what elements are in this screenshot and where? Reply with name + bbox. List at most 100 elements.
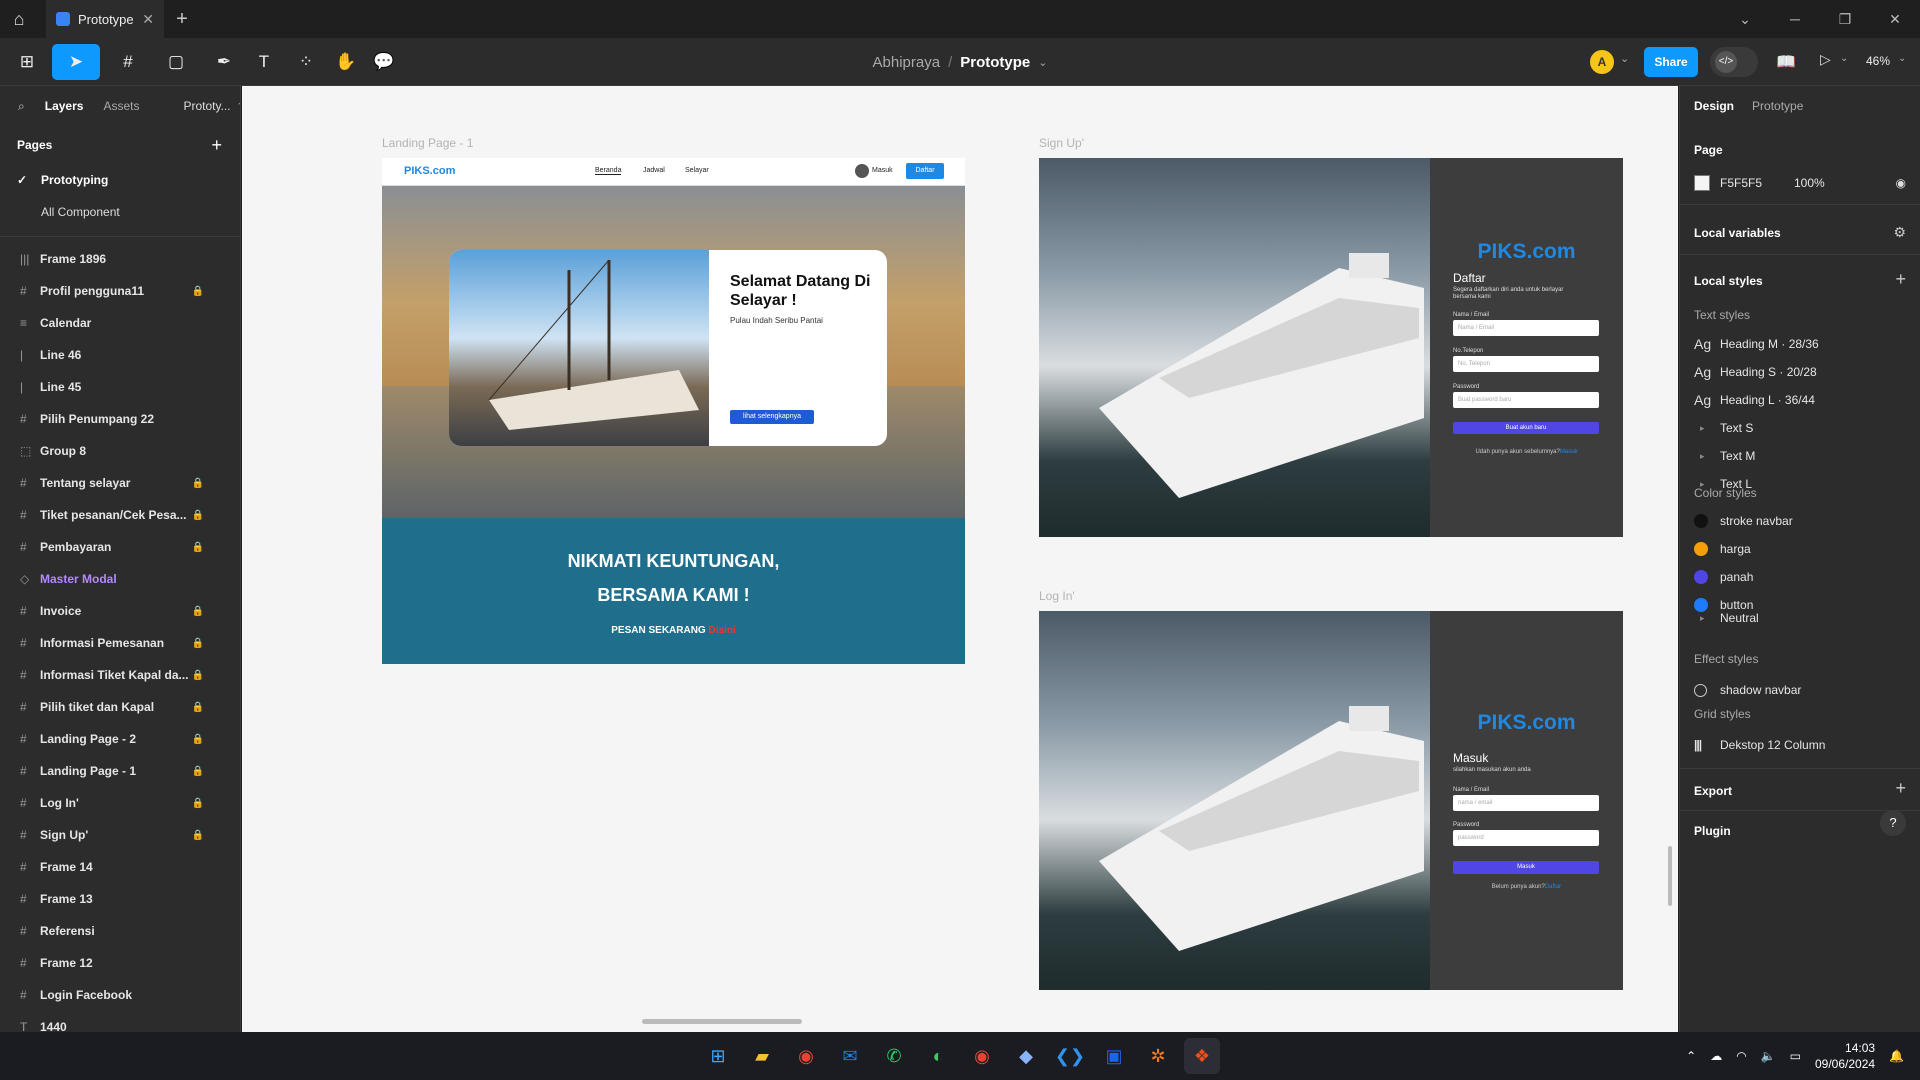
dev-mode-toggle[interactable]: </> [1710,47,1758,77]
export-title[interactable]: Export [1694,784,1732,798]
layer-item[interactable]: # Invoice 🔒 [0,595,240,627]
effect-style-shadow-navbar[interactable]: shadow navbar [1694,677,1906,703]
login-name-input[interactable]: nama / email [1453,795,1599,811]
layer-item[interactable]: ⬚ Group 8 [0,435,240,467]
signup-login-link[interactable]: Masuk [1560,449,1578,455]
outlook-icon[interactable]: ✉ [832,1038,868,1074]
close-tab-icon[interactable]: ✕ [142,11,154,28]
chrome-icon[interactable]: ◉ [788,1038,824,1074]
login-password-input[interactable]: password [1453,830,1599,846]
planner-icon[interactable]: ▣ [1096,1038,1132,1074]
color-style-item[interactable]: stroke navbar [1694,508,1906,534]
layer-item[interactable]: # Pembayaran 🔒 [0,531,240,563]
tab-assets[interactable]: Assets [103,99,139,113]
layer-item[interactable]: # Frame 14 [0,851,240,883]
lock-icon[interactable]: 🔒 [192,798,204,809]
figma-taskbar-icon[interactable]: ❖ [1184,1038,1220,1074]
tray-chevron-icon[interactable]: ⌃ [1686,1049,1696,1063]
share-button[interactable]: Share [1644,47,1698,77]
home-icon[interactable]: ⌂ [0,0,38,38]
breadcrumb-team[interactable]: Abhipraya [873,54,941,71]
login-signup-link[interactable]: Daftar [1545,884,1561,890]
comment-tool-icon[interactable]: 💬 [372,44,396,80]
layer-item[interactable]: # Landing Page - 1 🔒 [0,755,240,787]
search-icon[interactable]: ⌕ [18,99,25,114]
clock[interactable]: 14:03 09/06/2024 [1815,1040,1875,1072]
frame-landing-page[interactable]: PIKS.com Beranda Jadwal Selayar Masuk Da… [382,158,965,664]
restore-icon[interactable]: ❐ [1820,0,1870,38]
text-style-item[interactable]: Ag Heading M · 28/36 [1694,331,1906,357]
page-color-hex[interactable]: F5F5F5 [1720,176,1794,190]
zoom-level[interactable]: 46% [1866,54,1890,68]
eye-icon[interactable]: ◉ [1896,176,1906,190]
landing-brand-logo[interactable]: PIKS.com [404,165,455,177]
vertical-scrollbar[interactable] [1668,846,1672,906]
hero-more-button[interactable]: lihat selengkapnya [730,410,814,424]
plugin-title[interactable]: Plugin [1694,824,1731,838]
layer-item[interactable]: # Pilih tiket dan Kapal 🔒 [0,691,240,723]
minimize-icon[interactable]: ─ [1770,0,1820,38]
lock-icon[interactable]: 🔒 [192,830,204,841]
local-variables-title[interactable]: Local variables [1694,226,1781,240]
layer-item[interactable]: # Log In' 🔒 [0,787,240,819]
onedrive-icon[interactable]: ☁ [1710,1049,1722,1063]
tab-layers[interactable]: Layers [45,99,84,113]
present-icon[interactable]: ▷ [1820,51,1831,68]
layer-item[interactable]: # Login Facebook [0,979,240,1011]
edge-icon[interactable]: ◐ [920,1038,956,1074]
lock-icon[interactable]: 🔒 [192,478,204,489]
variables-settings-icon[interactable]: ⚙ [1893,224,1906,241]
lock-icon[interactable]: 🔒 [192,510,204,521]
page-color-swatch[interactable] [1694,175,1710,191]
pen-tool-icon[interactable]: ✒ [206,44,242,80]
layer-item[interactable]: | Line 45 [0,371,240,403]
resources-tool-icon[interactable]: ⁘ [294,44,318,80]
layer-item[interactable]: ≡ Calendar [0,307,240,339]
layer-item[interactable]: ||| Frame 1896 [0,243,240,275]
nav-jadwal[interactable]: Jadwal [643,167,665,174]
page-item-prototyping[interactable]: ✓ Prototyping [0,164,240,196]
page-item-all-component[interactable]: All Component [0,196,240,228]
vscode-icon[interactable]: ❮❯ [1052,1038,1088,1074]
lock-icon[interactable]: 🔒 [192,638,204,649]
layer-item[interactable]: T 1440 [0,1011,240,1032]
git-icon[interactable]: ◆ [1008,1038,1044,1074]
lock-icon[interactable]: 🔒 [192,766,204,777]
help-button[interactable]: ? [1880,810,1906,836]
layer-item[interactable]: # Tiket pesanan/Cek Pesa... 🔒 [0,499,240,531]
close-window-icon[interactable]: ✕ [1870,0,1920,38]
lock-icon[interactable]: 🔒 [192,670,204,681]
lock-icon[interactable]: 🔒 [192,606,204,617]
wifi-icon[interactable]: ◠ [1736,1049,1746,1063]
signup-name-input[interactable]: Nama / Email [1453,320,1599,336]
text-tool-icon[interactable]: T [252,44,276,80]
layer-item[interactable]: | Line 46 [0,339,240,371]
login-submit-button[interactable]: Masuk [1453,861,1599,874]
tab-design[interactable]: Design [1694,99,1734,113]
library-icon[interactable]: 📖 [1776,52,1796,72]
windows-start-icon[interactable]: ⊞ [700,1038,736,1074]
layer-item[interactable]: # Profil pengguna11 🔒 [0,275,240,307]
chrome-profile-icon[interactable]: ◉ [964,1038,1000,1074]
frame-label-signup[interactable]: Sign Up' [1039,136,1084,150]
layer-item[interactable]: # Informasi Tiket Kapal da... 🔒 [0,659,240,691]
present-chevron-icon[interactable]: ⌄ [1840,53,1848,64]
color-group-neutral[interactable]: ▸ Neutral [1694,605,1906,631]
lock-icon[interactable]: 🔒 [192,286,204,297]
layer-item[interactable]: # Pilih Penumpang 22 [0,403,240,435]
layer-item[interactable]: ◇ Master Modal [0,563,240,595]
layer-item[interactable]: # Tentang selayar 🔒 [0,467,240,499]
nav-beranda[interactable]: Beranda [595,167,622,175]
layer-item[interactable]: # Referensi [0,915,240,947]
frame-label-landing[interactable]: Landing Page - 1 [382,136,473,150]
add-page-icon[interactable]: + [211,135,222,156]
color-style-item[interactable]: panah [1694,564,1906,590]
grid-style-desktop[interactable]: ||| Dekstop 12 Column [1694,732,1906,758]
lock-icon[interactable]: 🔒 [192,542,204,553]
canvas[interactable]: Landing Page - 1 PIKS.com Beranda Jadwal… [242,86,1678,1032]
lock-icon[interactable]: 🔒 [192,734,204,745]
text-style-group[interactable]: ▸ Text S [1694,415,1906,441]
tab-prototype-page[interactable]: Prototy... [183,99,230,113]
move-tool-icon[interactable]: ➤ [52,44,100,80]
layer-item[interactable]: # Landing Page - 2 🔒 [0,723,240,755]
